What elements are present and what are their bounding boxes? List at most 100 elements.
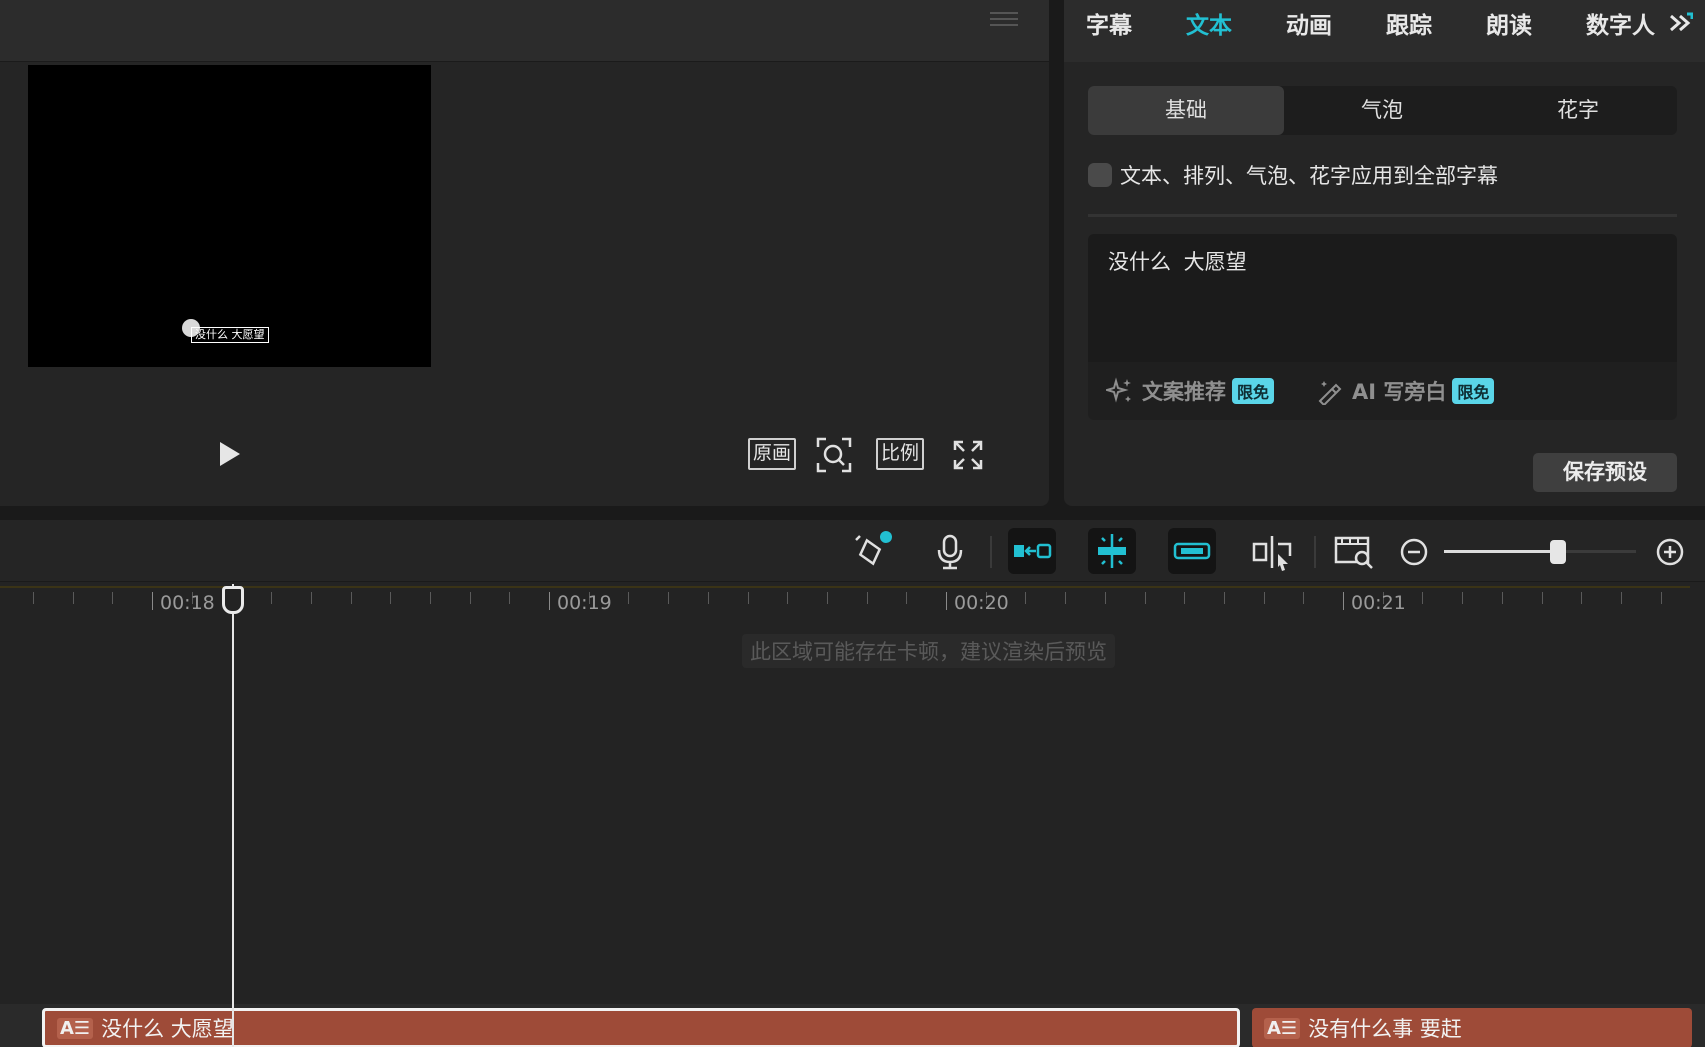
ruler-tick <box>827 592 828 604</box>
ruler-major-tick <box>152 592 153 610</box>
ruler-tick <box>668 592 669 604</box>
subtitle-text-input[interactable] <box>1088 234 1677 362</box>
playhead-handle[interactable] <box>222 586 244 614</box>
time-label: 00:19 <box>557 592 612 614</box>
ruler-tick <box>708 592 709 604</box>
split-select-icon[interactable] <box>1250 530 1294 574</box>
zoom-in-icon[interactable] <box>1648 530 1692 574</box>
free-badge: 限免 <box>1232 378 1275 404</box>
ruler-tick <box>351 592 352 604</box>
linkage-icon[interactable] <box>1168 528 1216 574</box>
auto-snap-icon[interactable] <box>1088 528 1136 574</box>
snap-left-icon[interactable] <box>1008 528 1056 574</box>
keyframe-marker-icon[interactable] <box>848 530 892 574</box>
time-label: 00:20 <box>954 592 1009 614</box>
preview-panel: 没什么 大愿望 原画 比例 <box>0 0 1049 506</box>
timeline-toolbar <box>0 520 1705 582</box>
aspect-ratio-button[interactable]: 比例 <box>876 438 925 470</box>
text-clip-label: 没什么 大愿望 <box>101 1017 234 1041</box>
tab-digital-human[interactable]: 数字人 <box>1586 6 1655 40</box>
toolbar-divider <box>1314 536 1316 568</box>
ruler-tick <box>867 592 868 604</box>
style-segment-control: 基础 气泡 花字 <box>1088 86 1677 135</box>
ruler-tick <box>787 592 788 604</box>
ruler-tick <box>628 592 629 604</box>
zoom-slider-fill <box>1444 550 1558 553</box>
ruler-tick <box>1025 592 1026 604</box>
section-divider <box>1088 214 1677 217</box>
segment-fancy-text[interactable]: 花字 <box>1480 86 1676 135</box>
tab-read-aloud[interactable]: 朗读 <box>1486 6 1532 40</box>
apply-all-label: 文本、排列、气泡、花字应用到全部字幕 <box>1120 164 1498 188</box>
ai-narration-button[interactable]: AI 写旁白 限免 <box>1316 376 1495 406</box>
ruler-tick <box>470 592 471 604</box>
ruler-tick <box>1145 592 1146 604</box>
ruler-tick <box>1542 592 1543 604</box>
microphone-icon[interactable] <box>928 530 972 574</box>
ruler-tick <box>509 592 510 604</box>
ruler-tick <box>271 592 272 604</box>
ai-actions-row: 文案推荐 限免 AI 写旁白 限免 <box>1088 362 1677 420</box>
segment-bubble[interactable]: 气泡 <box>1284 86 1480 135</box>
zoom-fit-icon[interactable] <box>815 436 853 474</box>
time-label: 00:18 <box>160 592 215 614</box>
tab-subtitle[interactable]: 字幕 <box>1086 6 1132 40</box>
hamburger-icon[interactable] <box>990 8 1018 32</box>
timeline-panel: 00:18 00:19 00:20 00:21 此区域可能存在卡顿，建议渲染后预… <box>0 520 1705 1047</box>
ruler-tick <box>1621 592 1622 604</box>
ruler-tick <box>1065 592 1066 604</box>
ruler-major-tick <box>946 592 947 610</box>
ruler-tick <box>1184 592 1185 604</box>
ruler-tick <box>1105 592 1106 604</box>
tab-tracking[interactable]: 跟踪 <box>1386 6 1432 40</box>
toolbar-divider <box>990 536 992 568</box>
playhead-line <box>232 584 234 1047</box>
property-tabs: 字幕 文本 动画 跟踪 朗读 数字人 <box>1064 0 1705 62</box>
play-icon[interactable] <box>218 440 242 468</box>
render-warning: 此区域可能存在卡顿，建议渲染后预览 <box>742 634 1115 668</box>
ruler-tick <box>1224 592 1225 604</box>
segment-basic[interactable]: 基础 <box>1088 86 1284 135</box>
text-clip-icon: A☰ <box>57 1017 94 1039</box>
ruler-baseline <box>0 586 1690 588</box>
ruler-tick <box>1502 592 1503 604</box>
ruler-tick <box>1303 592 1304 604</box>
ruler-tick <box>311 592 312 604</box>
subtitle-overlay[interactable]: 没什么 大愿望 <box>191 327 269 343</box>
text-clip[interactable]: A☰ 没有什么事 要赶 <box>1252 1008 1692 1047</box>
video-canvas[interactable]: 没什么 大愿望 <box>28 65 431 367</box>
ruler-tick <box>73 592 74 604</box>
more-tabs-icon[interactable] <box>1667 12 1693 34</box>
text-clip-label: 没有什么事 要赶 <box>1308 1017 1462 1041</box>
ruler-tick <box>748 592 749 604</box>
preview-header <box>0 0 1049 62</box>
zoom-slider-handle[interactable] <box>1550 540 1566 564</box>
ruler-tick <box>906 592 907 604</box>
text-clip-icon: A☰ <box>1264 1017 1301 1039</box>
original-view-button[interactable]: 原画 <box>748 438 797 470</box>
sparkle-icon <box>1106 377 1131 403</box>
ruler-tick <box>1422 592 1423 604</box>
tab-animation[interactable]: 动画 <box>1286 6 1332 40</box>
copywriting-recommend-button[interactable]: 文案推荐 限免 <box>1106 376 1275 406</box>
editor-window: 没什么 大愿望 原画 比例 字幕 文本 动画 跟踪 朗读 数字人 基础 气泡 花… <box>0 0 1705 1047</box>
fullscreen-icon[interactable] <box>949 436 987 474</box>
ruler-major-tick <box>549 592 550 610</box>
ruler-tick <box>1264 592 1265 604</box>
ruler-tick <box>430 592 431 604</box>
apply-all-checkbox[interactable] <box>1088 163 1112 187</box>
time-label: 00:21 <box>1351 592 1406 614</box>
magic-wand-icon <box>1318 381 1342 405</box>
ruler-tick <box>33 592 34 604</box>
tab-text[interactable]: 文本 <box>1186 6 1232 40</box>
ruler-tick <box>1581 592 1582 604</box>
timeline-preview-icon[interactable] <box>1332 530 1376 574</box>
ruler-major-tick <box>1343 592 1344 610</box>
ai-narration-label: AI 写旁白 <box>1352 380 1447 404</box>
save-preset-button[interactable]: 保存预设 <box>1533 453 1677 492</box>
ruler-tick <box>1661 592 1662 604</box>
text-clip[interactable]: A☰ 没什么 大愿望 <box>42 1008 1240 1047</box>
properties-panel: 字幕 文本 动画 跟踪 朗读 数字人 基础 气泡 花字 文本、排列、气泡、花字应… <box>1064 0 1705 506</box>
zoom-out-icon[interactable] <box>1392 530 1436 574</box>
ruler-tick <box>112 592 113 604</box>
